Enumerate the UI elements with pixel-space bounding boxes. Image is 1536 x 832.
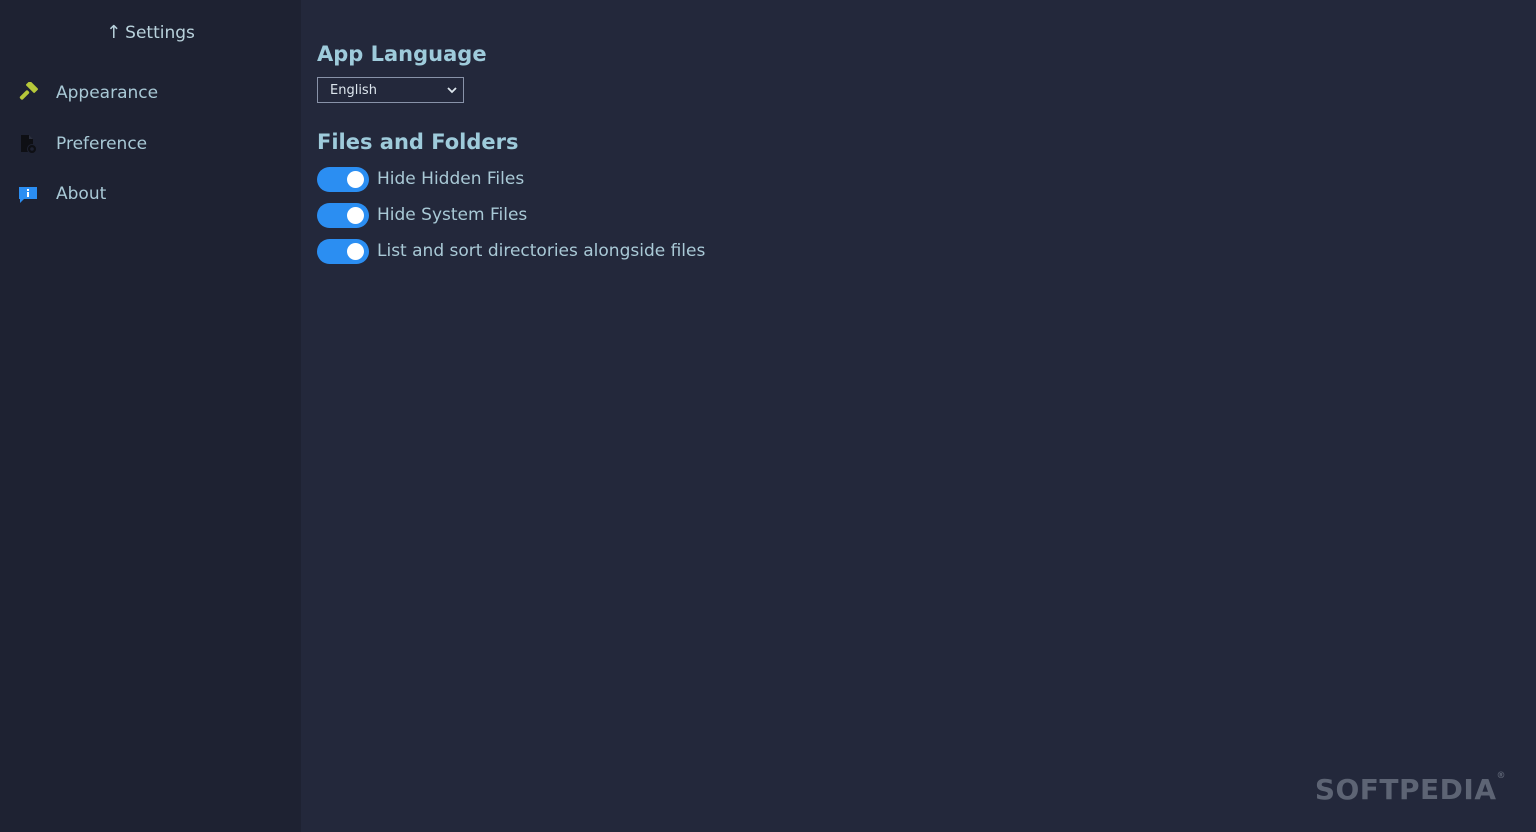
watermark-text: SOFTPEDIA [1314,773,1497,806]
registered-mark: ® [1496,771,1506,781]
hide-system-files-toggle[interactable] [317,202,369,228]
app-language-heading: App Language [317,42,487,66]
sidebar-item-about[interactable]: About [0,174,301,214]
toggle-knob [347,170,364,188]
toggle-knob [347,242,364,260]
language-select[interactable]: English [317,77,464,103]
list-and-sort-toggle[interactable] [317,238,369,264]
settings-title: Settings [125,23,195,43]
softpedia-watermark: SOFTPEDIA® [1314,771,1506,806]
hammer-icon [17,82,39,104]
toggle-row-hide-system-files: Hide System Files [317,202,527,228]
toggle-knob [347,206,364,224]
settings-window: ↑ Settings Appearance Preference About A… [0,0,1536,832]
chevron-down-icon [446,84,458,100]
sidebar-item-label: Appearance [56,83,159,103]
sidebar: ↑ Settings Appearance Preference About [0,0,301,832]
language-select-value: English [330,82,377,98]
hide-hidden-files-toggle[interactable] [317,166,369,192]
sidebar-item-preference[interactable]: Preference [0,124,301,164]
file-settings-icon [17,133,39,155]
sidebar-item-label: About [56,184,107,204]
sidebar-item-label: Preference [56,134,148,154]
sidebar-item-appearance[interactable]: Appearance [0,73,301,113]
toggle-label: Hide Hidden Files [377,169,525,189]
toggle-label: List and sort directories alongside file… [377,241,706,261]
toggle-label: Hide System Files [377,205,528,225]
files-and-folders-heading: Files and Folders [317,130,519,154]
back-to-settings-link[interactable]: ↑ Settings [0,22,301,43]
toggle-row-hide-hidden-files: Hide Hidden Files [317,166,524,192]
arrow-up-icon: ↑ [106,22,122,43]
toggle-row-list-and-sort: List and sort directories alongside file… [317,238,705,264]
info-chat-icon [17,183,39,205]
